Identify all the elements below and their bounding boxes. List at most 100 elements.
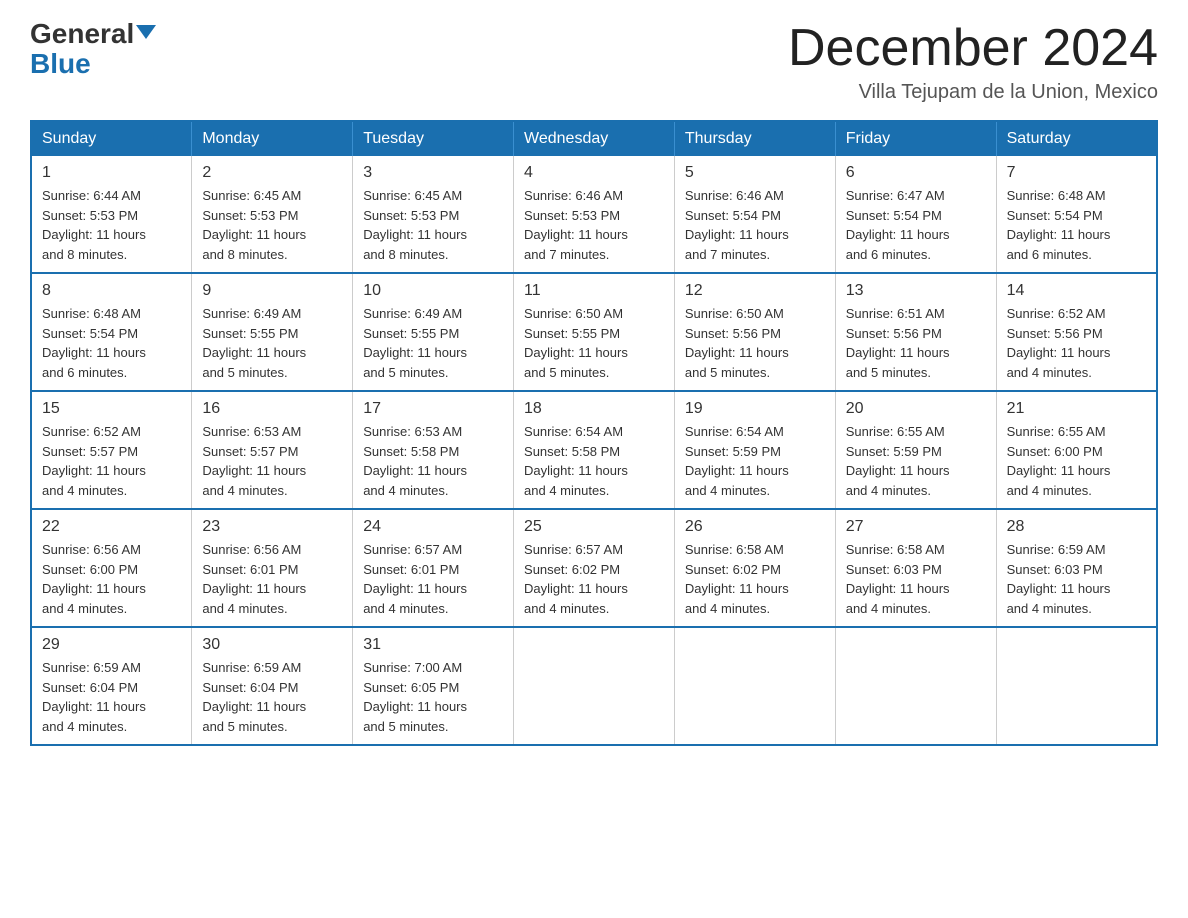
- day-info: Sunrise: 6:55 AMSunset: 5:59 PMDaylight:…: [846, 422, 986, 500]
- table-row: 12 Sunrise: 6:50 AMSunset: 5:56 PMDaylig…: [674, 273, 835, 391]
- day-info: Sunrise: 6:52 AMSunset: 5:57 PMDaylight:…: [42, 422, 181, 500]
- day-number: 19: [685, 400, 825, 418]
- day-info: Sunrise: 6:44 AMSunset: 5:53 PMDaylight:…: [42, 186, 181, 264]
- table-row: 17 Sunrise: 6:53 AMSunset: 5:58 PMDaylig…: [353, 391, 514, 509]
- calendar-table: Sunday Monday Tuesday Wednesday Thursday…: [30, 120, 1158, 746]
- table-row: 27 Sunrise: 6:58 AMSunset: 6:03 PMDaylig…: [835, 509, 996, 627]
- day-number: 27: [846, 518, 986, 536]
- table-row: 14 Sunrise: 6:52 AMSunset: 5:56 PMDaylig…: [996, 273, 1157, 391]
- table-row: 6 Sunrise: 6:47 AMSunset: 5:54 PMDayligh…: [835, 156, 996, 273]
- day-number: 15: [42, 400, 181, 418]
- day-number: 1: [42, 164, 181, 182]
- table-row: 9 Sunrise: 6:49 AMSunset: 5:55 PMDayligh…: [192, 273, 353, 391]
- day-number: 24: [363, 518, 503, 536]
- table-row: 24 Sunrise: 6:57 AMSunset: 6:01 PMDaylig…: [353, 509, 514, 627]
- table-row: 13 Sunrise: 6:51 AMSunset: 5:56 PMDaylig…: [835, 273, 996, 391]
- calendar-header-row: Sunday Monday Tuesday Wednesday Thursday…: [31, 121, 1157, 156]
- day-info: Sunrise: 6:47 AMSunset: 5:54 PMDaylight:…: [846, 186, 986, 264]
- day-info: Sunrise: 6:48 AMSunset: 5:54 PMDaylight:…: [1007, 186, 1146, 264]
- day-info: Sunrise: 6:59 AMSunset: 6:04 PMDaylight:…: [202, 658, 342, 736]
- day-info: Sunrise: 6:54 AMSunset: 5:59 PMDaylight:…: [685, 422, 825, 500]
- calendar-week-row: 8 Sunrise: 6:48 AMSunset: 5:54 PMDayligh…: [31, 273, 1157, 391]
- day-number: 2: [202, 164, 342, 182]
- day-info: Sunrise: 6:55 AMSunset: 6:00 PMDaylight:…: [1007, 422, 1146, 500]
- day-number: 23: [202, 518, 342, 536]
- col-tuesday: Tuesday: [353, 121, 514, 156]
- table-row: 15 Sunrise: 6:52 AMSunset: 5:57 PMDaylig…: [31, 391, 192, 509]
- table-row: 25 Sunrise: 6:57 AMSunset: 6:02 PMDaylig…: [514, 509, 675, 627]
- day-number: 7: [1007, 164, 1146, 182]
- table-row: 18 Sunrise: 6:54 AMSunset: 5:58 PMDaylig…: [514, 391, 675, 509]
- day-info: Sunrise: 6:45 AMSunset: 5:53 PMDaylight:…: [363, 186, 503, 264]
- day-number: 12: [685, 282, 825, 300]
- day-info: Sunrise: 7:00 AMSunset: 6:05 PMDaylight:…: [363, 658, 503, 736]
- day-number: 11: [524, 282, 664, 300]
- col-sunday: Sunday: [31, 121, 192, 156]
- table-row: 5 Sunrise: 6:46 AMSunset: 5:54 PMDayligh…: [674, 156, 835, 273]
- table-row: 8 Sunrise: 6:48 AMSunset: 5:54 PMDayligh…: [31, 273, 192, 391]
- day-number: 14: [1007, 282, 1146, 300]
- day-number: 8: [42, 282, 181, 300]
- day-number: 9: [202, 282, 342, 300]
- col-thursday: Thursday: [674, 121, 835, 156]
- table-row: 28 Sunrise: 6:59 AMSunset: 6:03 PMDaylig…: [996, 509, 1157, 627]
- day-number: 16: [202, 400, 342, 418]
- title-block: December 2024 Villa Tejupam de la Union,…: [788, 20, 1158, 104]
- table-row: 30 Sunrise: 6:59 AMSunset: 6:04 PMDaylig…: [192, 627, 353, 745]
- day-number: 26: [685, 518, 825, 536]
- day-info: Sunrise: 6:56 AMSunset: 6:01 PMDaylight:…: [202, 540, 342, 618]
- day-number: 5: [685, 164, 825, 182]
- table-row: 29 Sunrise: 6:59 AMSunset: 6:04 PMDaylig…: [31, 627, 192, 745]
- day-number: 10: [363, 282, 503, 300]
- logo-line2: Blue: [30, 50, 91, 78]
- day-info: Sunrise: 6:49 AMSunset: 5:55 PMDaylight:…: [363, 304, 503, 382]
- day-number: 13: [846, 282, 986, 300]
- calendar-week-row: 15 Sunrise: 6:52 AMSunset: 5:57 PMDaylig…: [31, 391, 1157, 509]
- day-info: Sunrise: 6:59 AMSunset: 6:04 PMDaylight:…: [42, 658, 181, 736]
- day-number: 3: [363, 164, 503, 182]
- table-row: 31 Sunrise: 7:00 AMSunset: 6:05 PMDaylig…: [353, 627, 514, 745]
- table-row: 23 Sunrise: 6:56 AMSunset: 6:01 PMDaylig…: [192, 509, 353, 627]
- table-row: 2 Sunrise: 6:45 AMSunset: 5:53 PMDayligh…: [192, 156, 353, 273]
- table-row: 26 Sunrise: 6:58 AMSunset: 6:02 PMDaylig…: [674, 509, 835, 627]
- day-info: Sunrise: 6:50 AMSunset: 5:56 PMDaylight:…: [685, 304, 825, 382]
- day-info: Sunrise: 6:57 AMSunset: 6:01 PMDaylight:…: [363, 540, 503, 618]
- day-number: 20: [846, 400, 986, 418]
- col-wednesday: Wednesday: [514, 121, 675, 156]
- table-row: 22 Sunrise: 6:56 AMSunset: 6:00 PMDaylig…: [31, 509, 192, 627]
- col-monday: Monday: [192, 121, 353, 156]
- table-row: 3 Sunrise: 6:45 AMSunset: 5:53 PMDayligh…: [353, 156, 514, 273]
- table-row: 21 Sunrise: 6:55 AMSunset: 6:00 PMDaylig…: [996, 391, 1157, 509]
- day-number: 29: [42, 636, 181, 654]
- day-number: 31: [363, 636, 503, 654]
- table-row: 20 Sunrise: 6:55 AMSunset: 5:59 PMDaylig…: [835, 391, 996, 509]
- table-row: [996, 627, 1157, 745]
- day-number: 30: [202, 636, 342, 654]
- table-row: 7 Sunrise: 6:48 AMSunset: 5:54 PMDayligh…: [996, 156, 1157, 273]
- table-row: [674, 627, 835, 745]
- location: Villa Tejupam de la Union, Mexico: [788, 81, 1158, 104]
- day-info: Sunrise: 6:58 AMSunset: 6:02 PMDaylight:…: [685, 540, 825, 618]
- day-number: 18: [524, 400, 664, 418]
- day-number: 28: [1007, 518, 1146, 536]
- table-row: 1 Sunrise: 6:44 AMSunset: 5:53 PMDayligh…: [31, 156, 192, 273]
- col-friday: Friday: [835, 121, 996, 156]
- month-title: December 2024: [788, 20, 1158, 77]
- day-info: Sunrise: 6:48 AMSunset: 5:54 PMDaylight:…: [42, 304, 181, 382]
- day-info: Sunrise: 6:59 AMSunset: 6:03 PMDaylight:…: [1007, 540, 1146, 618]
- day-number: 21: [1007, 400, 1146, 418]
- calendar-week-row: 29 Sunrise: 6:59 AMSunset: 6:04 PMDaylig…: [31, 627, 1157, 745]
- day-info: Sunrise: 6:56 AMSunset: 6:00 PMDaylight:…: [42, 540, 181, 618]
- day-info: Sunrise: 6:57 AMSunset: 6:02 PMDaylight:…: [524, 540, 664, 618]
- day-number: 17: [363, 400, 503, 418]
- day-number: 25: [524, 518, 664, 536]
- calendar-week-row: 1 Sunrise: 6:44 AMSunset: 5:53 PMDayligh…: [31, 156, 1157, 273]
- col-saturday: Saturday: [996, 121, 1157, 156]
- day-info: Sunrise: 6:46 AMSunset: 5:53 PMDaylight:…: [524, 186, 664, 264]
- day-info: Sunrise: 6:54 AMSunset: 5:58 PMDaylight:…: [524, 422, 664, 500]
- day-info: Sunrise: 6:53 AMSunset: 5:58 PMDaylight:…: [363, 422, 503, 500]
- day-info: Sunrise: 6:49 AMSunset: 5:55 PMDaylight:…: [202, 304, 342, 382]
- day-info: Sunrise: 6:46 AMSunset: 5:54 PMDaylight:…: [685, 186, 825, 264]
- calendar-week-row: 22 Sunrise: 6:56 AMSunset: 6:00 PMDaylig…: [31, 509, 1157, 627]
- day-info: Sunrise: 6:58 AMSunset: 6:03 PMDaylight:…: [846, 540, 986, 618]
